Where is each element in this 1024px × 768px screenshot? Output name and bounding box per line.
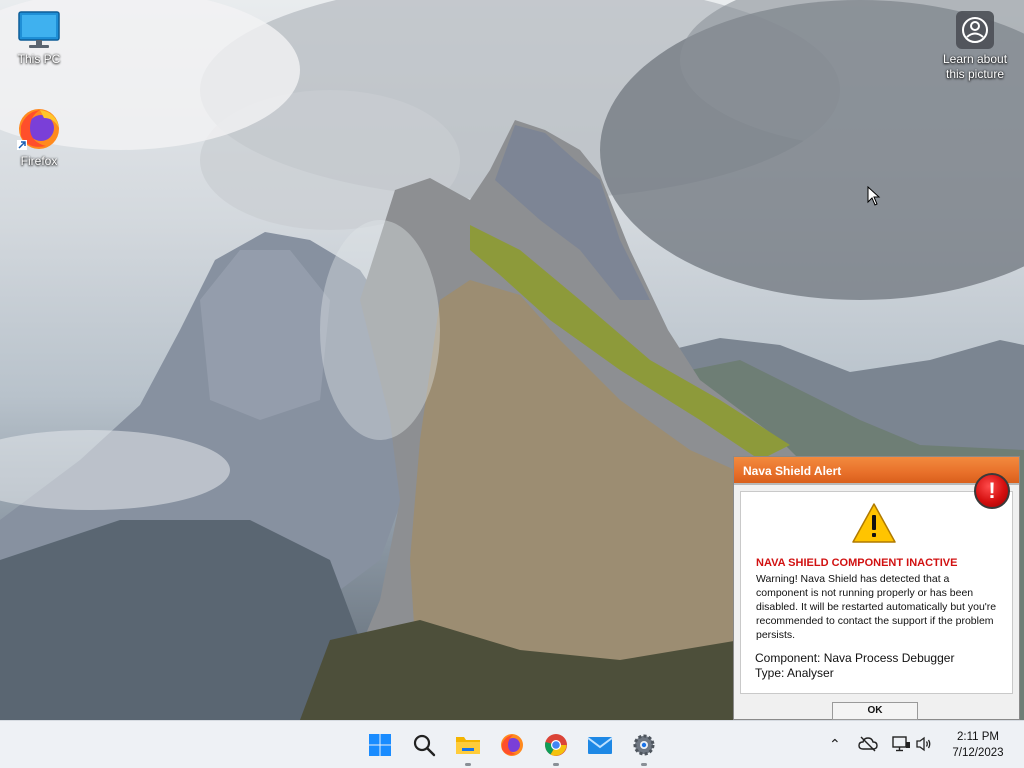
camera-circle-icon <box>956 11 994 49</box>
cloud-off-icon[interactable] <box>858 735 878 753</box>
warning-triangle-icon <box>852 503 896 543</box>
desktop-icon-label: Firefox <box>20 154 58 168</box>
alert-message: Warning! Nava Shield has detected that a… <box>756 573 997 641</box>
clock-date: 7/12/2023 <box>952 747 1004 759</box>
desktop-icon-this-pc[interactable]: This PC <box>1 10 77 66</box>
ok-button[interactable]: OK <box>832 702 918 720</box>
taskbar-chrome[interactable] <box>540 729 572 766</box>
settings-icon <box>633 734 655 756</box>
firefox-icon <box>501 734 523 756</box>
taskbar-mail[interactable] <box>584 729 616 761</box>
mail-icon <box>587 737 613 754</box>
taskbar-file-explorer[interactable] <box>452 729 484 766</box>
start-icon <box>369 734 391 756</box>
start-button[interactable] <box>364 729 396 761</box>
file-explorer-icon <box>456 737 480 754</box>
taskbar-settings[interactable] <box>628 729 660 766</box>
running-indicator <box>641 763 647 766</box>
desktop-icon-label: This PC <box>17 52 61 66</box>
alert-type: Type: Analyser <box>755 666 834 680</box>
running-indicator <box>553 763 559 766</box>
volume-icon[interactable] <box>915 736 933 752</box>
learn-about-line2: this picture <box>945 67 1005 81</box>
chrome-icon <box>545 734 567 756</box>
alert-heading: NAVA SHIELD COMPONENT INACTIVE <box>756 557 958 569</box>
search-button[interactable] <box>408 729 440 761</box>
alert-component: Component: Nava Process Debugger <box>755 651 955 665</box>
error-badge-icon: ! <box>974 473 1010 509</box>
clock-time: 2:11 PM <box>957 731 999 743</box>
alert-body: NAVA SHIELD COMPONENT INACTIVE Warning! … <box>740 491 1013 694</box>
network-icon[interactable] <box>891 735 911 753</box>
running-indicator <box>465 763 471 766</box>
taskbar-firefox[interactable] <box>496 729 528 761</box>
alert-title: Nava Shield Alert <box>743 464 842 478</box>
taskbar: ⌃ 2:11 PM 7/12/2023 <box>0 720 1024 768</box>
firefox-icon <box>17 109 59 150</box>
chevron-up-icon[interactable]: ⌃ <box>829 736 841 753</box>
taskbar-clock[interactable]: 2:11 PM 7/12/2023 <box>940 729 1016 761</box>
monitor-icon <box>18 11 60 48</box>
learn-about-line1: Learn about <box>942 52 1008 66</box>
nava-shield-alert-window: Nava Shield Alert ! NAVA SHIELD COMPONEN… <box>733 456 1020 720</box>
learn-about-this-picture[interactable]: Learn about this picture <box>936 10 1014 82</box>
search-icon <box>413 734 436 757</box>
mouse-cursor-icon <box>867 186 881 206</box>
desktop-icon-firefox[interactable]: Firefox <box>1 106 77 168</box>
